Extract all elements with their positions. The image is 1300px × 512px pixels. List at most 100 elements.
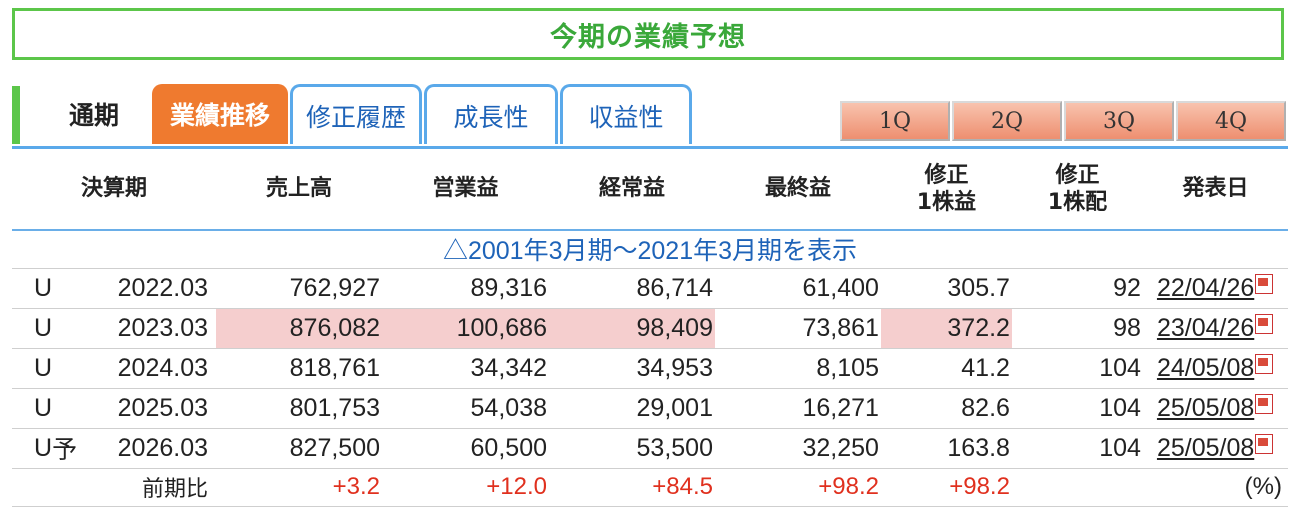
unit-flag: U <box>12 268 53 309</box>
fiscal-period: 2026.03 <box>78 428 217 469</box>
header-sales: 売上高 <box>266 176 333 202</box>
comparison-label: 前期比 <box>12 468 217 507</box>
pdf-icon[interactable] <box>1255 393 1274 414</box>
eps-value: 41.2 <box>880 348 1012 389</box>
ordinary-profit-change: +84.5 <box>549 468 715 507</box>
header-eps: 修正 1株益 <box>881 150 1012 230</box>
tab-bar-accent <box>12 86 20 144</box>
dividend-value: 104 <box>1011 388 1143 429</box>
history-toggle-row: △2001年3月期〜2021年3月期を表示 <box>12 230 1288 269</box>
tab-performance-trend[interactable]: 業績推移 <box>152 84 288 144</box>
announce-date[interactable]: 22/04/26 <box>1157 274 1254 302</box>
header-dividend-line1: 修正 <box>1055 163 1100 189</box>
ordinary-profit-value: 53,500 <box>549 428 715 469</box>
fiscal-period: 2024.03 <box>78 348 217 389</box>
eps-value: 163.8 <box>880 428 1012 469</box>
forecast-mark <box>52 308 79 349</box>
header-period: 決算期 <box>81 176 148 202</box>
ordinary-profit-value: 34,953 <box>549 348 715 389</box>
unit-flag: U <box>12 428 53 469</box>
earnings-table: 決算期 売上高 営業益 経常益 最終益 修正 1株益 修正 1株配 発表日 △200… <box>12 150 1288 507</box>
fiscal-period: 2025.03 <box>78 388 217 429</box>
announce-date[interactable]: 25/05/08 <box>1157 394 1254 422</box>
tab-profitability[interactable]: 収益性 <box>560 84 692 144</box>
net-profit-change: +98.2 <box>714 468 881 507</box>
tab-revision-history[interactable]: 修正履歴 <box>290 84 422 144</box>
table-row: U 2025.03 801,753 54,038 29,001 16,271 8… <box>12 388 1288 429</box>
header-net-profit: 最終益 <box>764 176 831 202</box>
announce-date[interactable]: 25/05/08 <box>1157 434 1254 462</box>
pdf-icon[interactable] <box>1255 313 1274 334</box>
net-profit-value: 32,250 <box>714 428 881 469</box>
table-row: U 2024.03 818,761 34,342 34,953 8,105 41… <box>12 348 1288 389</box>
header-dividend: 修正 1株配 <box>1012 150 1143 230</box>
unit-flag: U <box>12 388 53 429</box>
percent-unit: (%) <box>1142 468 1288 507</box>
section-title-box: 今期の業績予想 <box>12 8 1284 60</box>
sales-value: 827,500 <box>216 428 383 469</box>
net-profit-value: 8,105 <box>714 348 881 389</box>
unit-flag: U <box>12 308 53 349</box>
table-row: U 予 2026.03 827,500 60,500 53,500 32,250… <box>12 428 1288 469</box>
table-row: U 2022.03 762,927 89,316 86,714 61,400 3… <box>12 268 1288 309</box>
pdf-icon[interactable] <box>1255 353 1274 374</box>
quarter-4q-button[interactable]: 4Q <box>1176 101 1286 141</box>
operating-profit-value: 100,686 <box>382 308 549 349</box>
table-header-row: 決算期 売上高 営業益 経常益 最終益 修正 1株益 修正 1株配 発表日 <box>12 150 1288 230</box>
eps-value: 372.2 <box>880 308 1012 349</box>
ordinary-profit-value: 86,714 <box>549 268 715 309</box>
operating-profit-value: 34,342 <box>382 348 549 389</box>
section-title: 今期の業績予想 <box>550 21 746 53</box>
operating-profit-value: 89,316 <box>382 268 549 309</box>
sales-value: 876,082 <box>216 308 383 349</box>
operating-profit-value: 54,038 <box>382 388 549 429</box>
quarter-2q-button[interactable]: 2Q <box>952 101 1062 141</box>
pdf-icon[interactable] <box>1255 273 1274 294</box>
header-operating-profit: 営業益 <box>432 176 499 202</box>
operating-profit-value: 60,500 <box>382 428 549 469</box>
pdf-icon[interactable] <box>1255 433 1274 454</box>
header-dividend-line2: 1株配 <box>1047 189 1108 215</box>
dividend-value: 104 <box>1011 348 1143 389</box>
forecast-mark <box>52 348 79 389</box>
fiscal-period: 2022.03 <box>78 268 217 309</box>
ordinary-profit-value: 98,409 <box>549 308 715 349</box>
table-row: U 2023.03 876,082 100,686 98,409 73,861 … <box>12 308 1288 349</box>
operating-profit-change: +12.0 <box>382 468 549 507</box>
tab-underline <box>12 146 1288 149</box>
dividend-value: 92 <box>1011 268 1143 309</box>
unit-flag: U <box>12 348 53 389</box>
header-announce-date: 発表日 <box>1182 176 1249 202</box>
dividend-value: 104 <box>1011 428 1143 469</box>
announce-date-link[interactable]: 23/04/26 <box>1142 308 1288 349</box>
announce-date-link[interactable]: 24/05/08 <box>1142 348 1288 389</box>
announce-date-link[interactable]: 22/04/26 <box>1142 268 1288 309</box>
sales-value: 818,761 <box>216 348 383 389</box>
eps-value: 305.7 <box>880 268 1012 309</box>
ordinary-profit-value: 29,001 <box>549 388 715 429</box>
announce-date[interactable]: 24/05/08 <box>1157 354 1254 382</box>
sales-value: 801,753 <box>216 388 383 429</box>
net-profit-value: 73,861 <box>714 308 881 349</box>
net-profit-value: 61,400 <box>714 268 881 309</box>
dividend-change-empty <box>1011 468 1143 507</box>
fiscal-period: 2023.03 <box>78 308 217 349</box>
tab-growth[interactable]: 成長性 <box>424 84 558 144</box>
forecast-mark <box>52 268 79 309</box>
quarter-3q-button[interactable]: 3Q <box>1064 101 1174 141</box>
comparison-row: 前期比 +3.2 +12.0 +84.5 +98.2 +98.2 (%) <box>12 468 1288 507</box>
net-profit-value: 16,271 <box>714 388 881 429</box>
forecast-mark <box>52 388 79 429</box>
header-eps-line2: 1株益 <box>916 189 977 215</box>
forecast-mark: 予 <box>52 428 79 469</box>
eps-change: +98.2 <box>880 468 1012 507</box>
sales-change: +3.2 <box>216 468 383 507</box>
announce-date-link[interactable]: 25/05/08 <box>1142 388 1288 429</box>
announce-date-link[interactable]: 25/05/08 <box>1142 428 1288 469</box>
announce-date[interactable]: 23/04/26 <box>1157 314 1254 342</box>
quarter-1q-button[interactable]: 1Q <box>840 101 950 141</box>
show-history-link[interactable]: △2001年3月期〜2021年3月期を表示 <box>12 230 1288 269</box>
header-eps-line1: 修正 <box>924 163 969 189</box>
header-ordinary-profit: 経常益 <box>598 176 665 202</box>
tab-annual[interactable]: 通期 <box>34 84 154 144</box>
